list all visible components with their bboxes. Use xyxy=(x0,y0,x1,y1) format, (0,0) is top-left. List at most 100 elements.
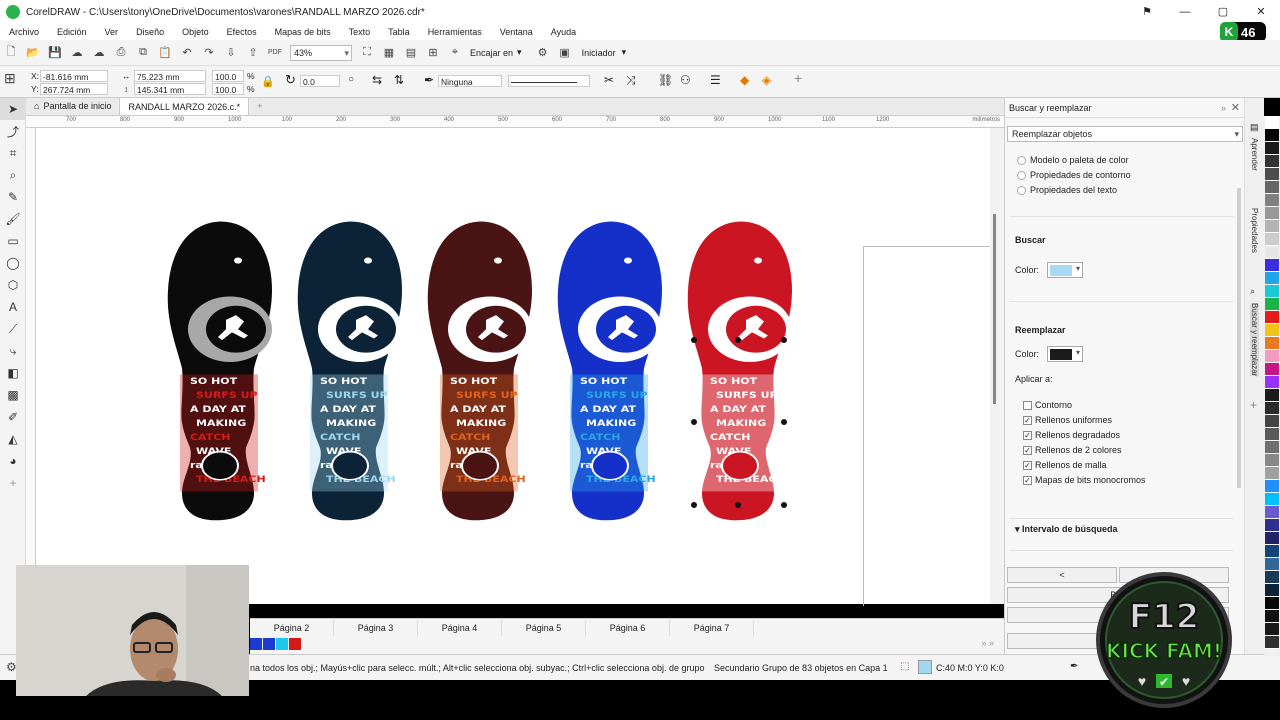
rectangle-tool-icon[interactable]: ▭ xyxy=(0,230,26,252)
mode-select[interactable]: Reemplazar objetos xyxy=(1007,126,1243,142)
guides-icon[interactable]: ⊞ xyxy=(425,45,441,61)
mirror-h-icon[interactable]: ⇆ xyxy=(372,74,382,86)
order-back-icon[interactable]: ◈ xyxy=(762,74,771,86)
new-tab-button[interactable]: + xyxy=(249,97,270,115)
group-icon[interactable]: ⛓ xyxy=(658,74,673,86)
export-pdf-icon[interactable]: PDF xyxy=(267,45,283,61)
crop-tool-icon[interactable]: ⌗ xyxy=(0,142,26,164)
palette-swatch[interactable] xyxy=(1265,519,1279,532)
chevron-down-icon[interactable]: ▾ xyxy=(622,47,627,58)
menu-item-5[interactable]: Efectos xyxy=(227,27,257,37)
palette-swatch[interactable] xyxy=(1265,194,1279,207)
combine-icon[interactable]: ⤨ xyxy=(626,74,636,86)
snap-icon[interactable]: ⌖ xyxy=(447,45,463,61)
y-position-field[interactable]: 267.724 mm xyxy=(40,83,108,95)
palette-swatch[interactable] xyxy=(1265,272,1279,285)
order-front-icon[interactable]: ◆ xyxy=(740,74,749,86)
vertical-scrollbar[interactable] xyxy=(990,128,1004,604)
grid-icon[interactable]: ▤ xyxy=(403,45,419,61)
menu-item-10[interactable]: Ventana xyxy=(500,27,533,37)
selection-handle[interactable] xyxy=(781,502,787,508)
palette-swatch[interactable] xyxy=(1265,584,1279,597)
document-color-swatch[interactable] xyxy=(289,638,301,650)
apply-checkbox-1[interactable]: ✓ Rellenos uniformes xyxy=(1023,415,1112,425)
apply-checkbox-3[interactable]: ✓ Rellenos de 2 colores xyxy=(1023,445,1122,455)
palette-swatch[interactable] xyxy=(1265,285,1279,298)
radio-text-props[interactable]: Propiedades del texto xyxy=(1017,185,1117,195)
align-icon[interactable]: ☰ xyxy=(710,74,721,86)
palette-swatch[interactable] xyxy=(1265,363,1279,376)
palette-swatch[interactable] xyxy=(1265,623,1279,636)
workspace-icon[interactable]: ▣ xyxy=(557,45,573,61)
connector-tool-icon[interactable]: ⤷ xyxy=(0,340,26,362)
flipflop-3[interactable]: SO HOTSURFS UPA DAY ATMAKINGCATCHWAVEran… xyxy=(427,221,532,521)
menu-item-0[interactable]: Archivo xyxy=(9,27,39,37)
selection-handle[interactable] xyxy=(735,337,741,343)
palette-swatch[interactable] xyxy=(1265,441,1279,454)
lock-ratio-icon[interactable]: 🔒 xyxy=(261,76,275,88)
cloud-upload-icon[interactable]: ☁ xyxy=(69,45,85,61)
minimize-button[interactable]: — xyxy=(1166,0,1204,24)
smart-fill-icon[interactable]: ◕ xyxy=(0,450,26,472)
horizontal-ruler[interactable]: milímetros 700 800 900 1000 100 200 300 400 500 6… xyxy=(26,116,1004,128)
gear-icon[interactable]: ⚙ xyxy=(535,45,551,61)
artistic-media-icon[interactable]: 🖌 xyxy=(0,208,26,230)
cloud-sync-icon[interactable]: ☁ xyxy=(91,45,107,61)
palette-swatch[interactable] xyxy=(1265,454,1279,467)
selection-handle[interactable] xyxy=(781,337,787,343)
new-document-icon[interactable]: 🗋 xyxy=(3,45,19,61)
vertical-ruler[interactable] xyxy=(26,128,36,608)
palette-swatch[interactable] xyxy=(1265,389,1279,402)
shadow-tool-icon[interactable]: ◧ xyxy=(0,362,26,384)
drawing-canvas[interactable]: SO HOTSURFS UPA DAY ATMAKINGCATCHWAVEran… xyxy=(36,128,1023,606)
palette-swatch[interactable] xyxy=(1265,376,1279,389)
redo-icon[interactable]: ↷ xyxy=(201,45,217,61)
paste-icon[interactable]: 📋 xyxy=(157,45,173,61)
export-icon[interactable]: ⇧ xyxy=(245,45,261,61)
palette-swatch[interactable] xyxy=(1265,155,1279,168)
palette-swatch[interactable] xyxy=(1265,558,1279,571)
flipflop-2[interactable]: SO HOTSURFS UPA DAY ATMAKINGCATCHWAVEran… xyxy=(297,221,402,521)
ungroup-icon[interactable]: ⚇ xyxy=(680,74,691,86)
palette-swatch[interactable] xyxy=(1265,246,1279,259)
menu-item-11[interactable]: Ayuda xyxy=(551,27,576,37)
docker-scrollbar[interactable] xyxy=(1237,188,1241,488)
shape-tool-icon[interactable]: ⤴ xyxy=(0,120,26,142)
menu-item-9[interactable]: Herramientas xyxy=(428,27,482,37)
replace-color-picker[interactable] xyxy=(1047,346,1084,362)
add-tool-icon[interactable]: + xyxy=(0,472,26,494)
save-icon[interactable]: 💾 xyxy=(47,45,63,61)
maximize-button[interactable]: ▢ xyxy=(1204,0,1242,24)
palette-swatch[interactable] xyxy=(1265,636,1279,649)
document-color-swatch[interactable] xyxy=(276,638,288,650)
palette-swatch[interactable] xyxy=(1265,493,1279,506)
menu-item-8[interactable]: Tabla xyxy=(388,27,410,37)
palette-swatch[interactable] xyxy=(1265,129,1279,142)
apply-checkbox-0[interactable]: Contorno xyxy=(1023,400,1072,410)
text-tool-icon[interactable]: A xyxy=(0,296,26,318)
height-field[interactable]: 145.341 mm xyxy=(134,83,206,95)
add-icon[interactable]: + xyxy=(794,71,802,85)
palette-swatch[interactable] xyxy=(1265,610,1279,623)
side-tab-properties[interactable]: Propiedades xyxy=(1250,208,1259,253)
scroll-thumb[interactable] xyxy=(993,214,996,404)
menu-item-4[interactable]: Objeto xyxy=(182,27,209,37)
rotation-field[interactable]: 0.0 xyxy=(300,75,340,87)
interactive-fill-icon[interactable]: ◭ xyxy=(0,428,26,450)
flipflop-5[interactable]: SO HOTSURFS UPA DAY ATMAKINGCATCHWAVEran… xyxy=(687,221,792,521)
outline-width-select[interactable]: Ninguna xyxy=(438,75,502,87)
width-field[interactable]: 75.223 mm xyxy=(134,70,206,82)
menu-item-7[interactable]: Texto xyxy=(349,27,371,37)
notification-icon[interactable]: ⚑ xyxy=(1128,0,1166,24)
collapse-icon[interactable]: » xyxy=(1221,98,1226,118)
workspace-select[interactable]: Iniciador xyxy=(582,48,616,58)
palette-swatch[interactable] xyxy=(1265,532,1279,545)
scroll-arrows-icon[interactable]: » » xyxy=(981,638,994,648)
selection-handle[interactable] xyxy=(691,337,697,343)
palette-swatch[interactable] xyxy=(1265,181,1279,194)
reference-point-icon[interactable]: ⊞ xyxy=(4,70,24,90)
menu-item-1[interactable]: Edición xyxy=(57,27,87,37)
selection-handle[interactable] xyxy=(735,502,741,508)
fill-swatch[interactable] xyxy=(918,660,932,674)
import-icon[interactable]: ⇩ xyxy=(223,45,239,61)
